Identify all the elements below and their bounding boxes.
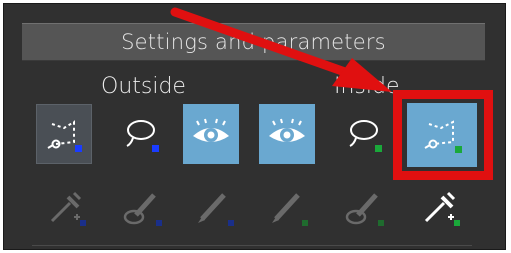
annotation-arrow-icon [170,7,392,92]
